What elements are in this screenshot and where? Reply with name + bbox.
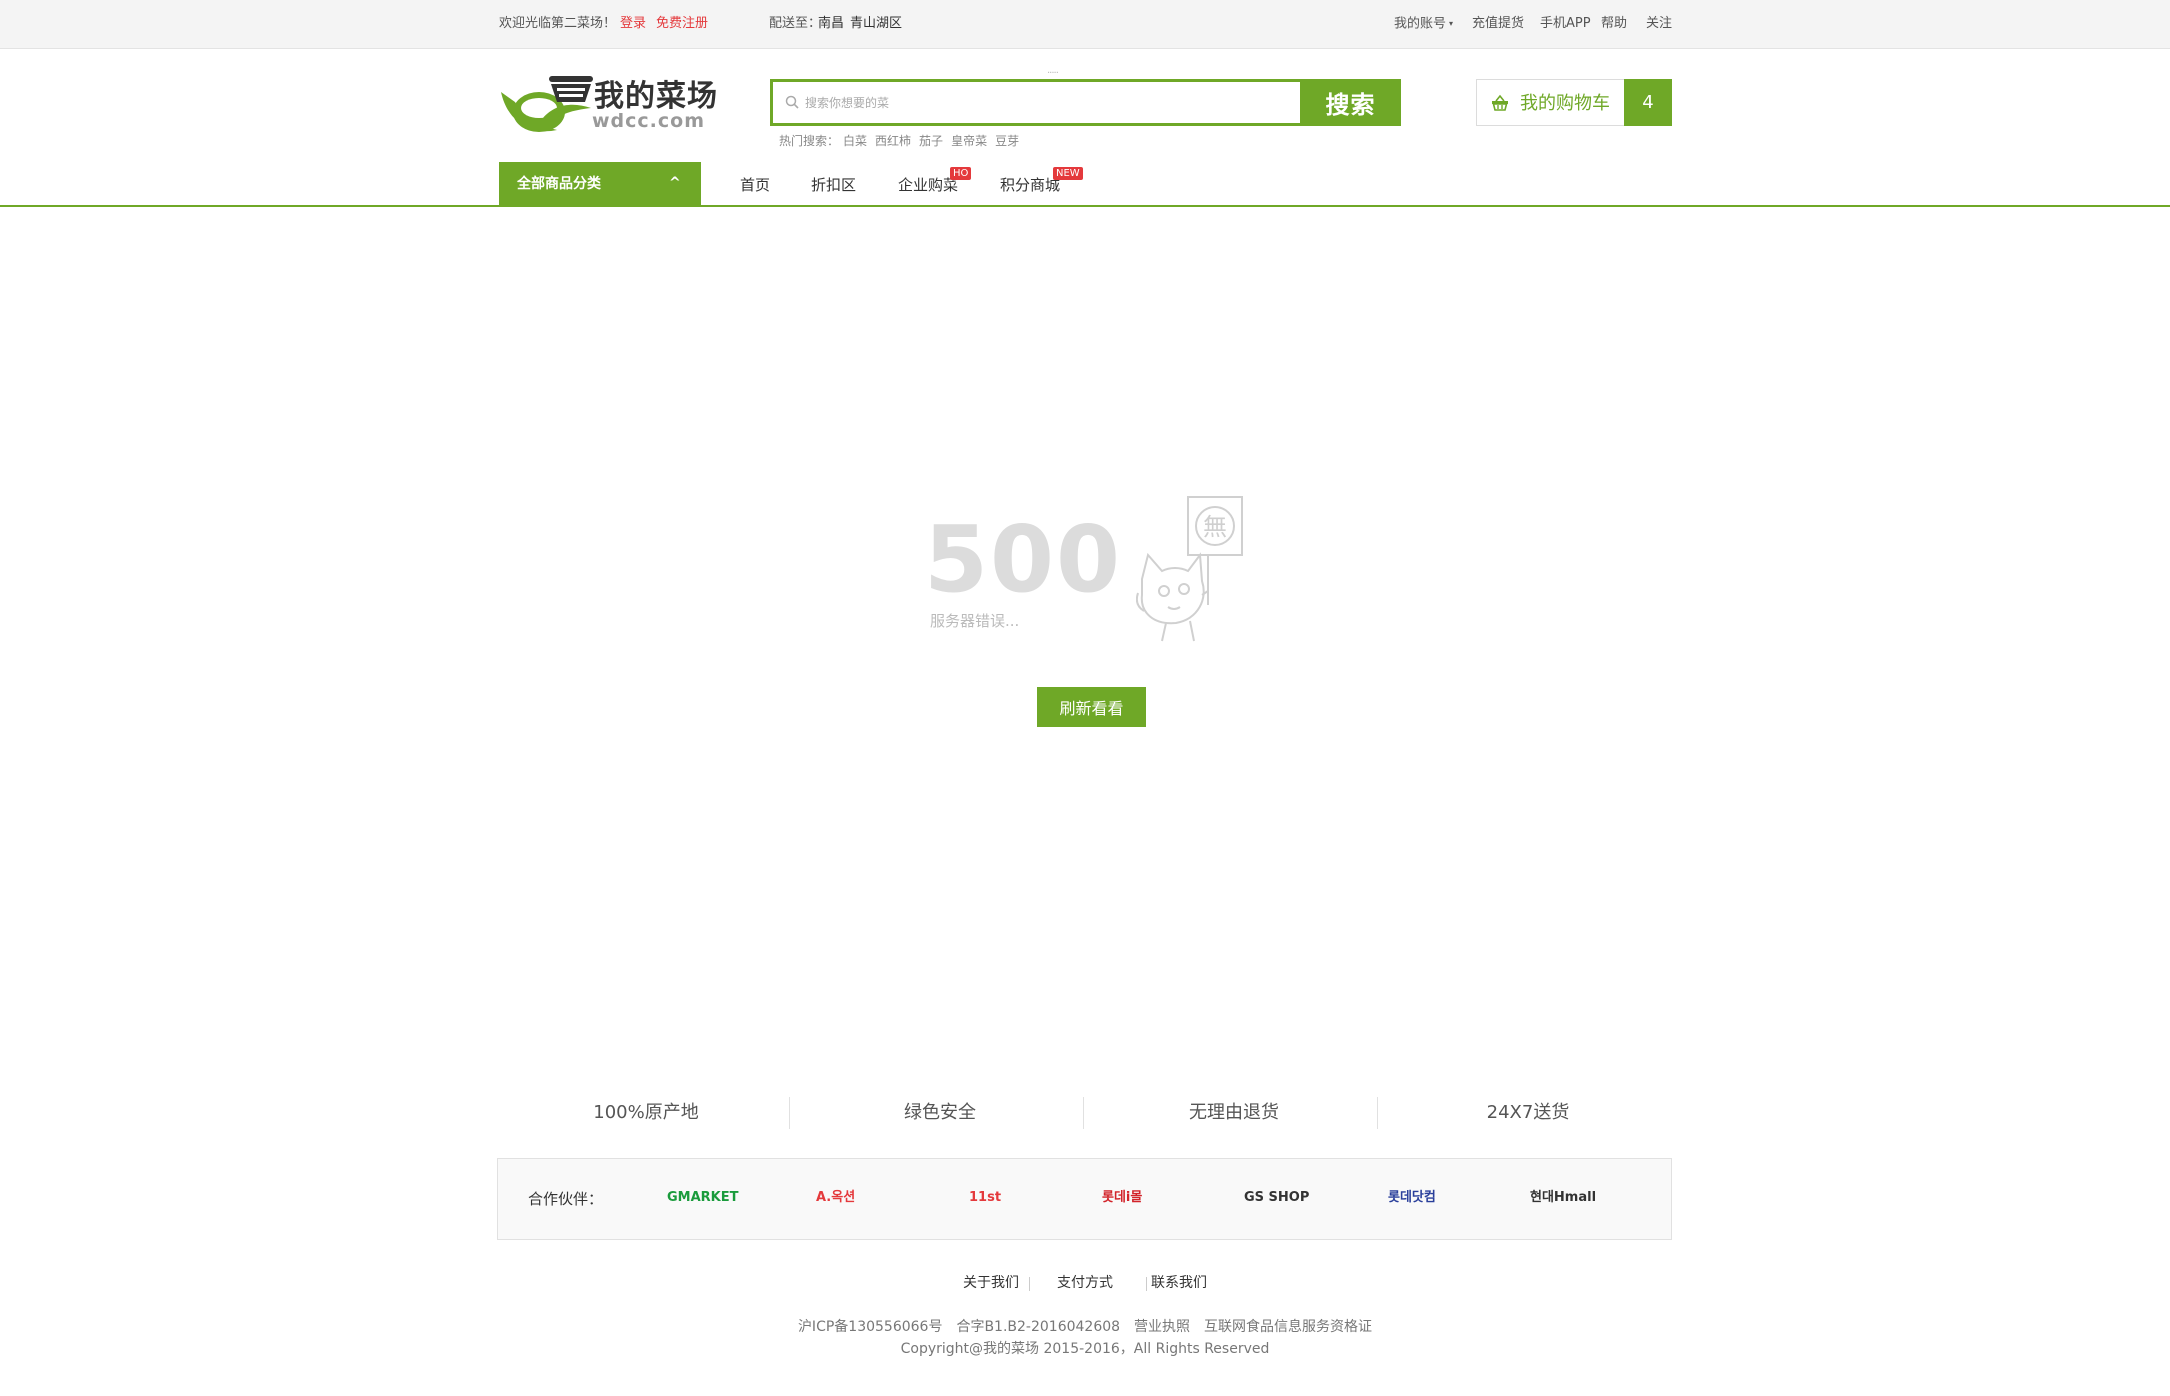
login-link[interactable]: 登录	[620, 16, 646, 32]
footer-link-payment[interactable]: 支付方式	[1057, 1275, 1113, 1292]
partner-logo-11st[interactable]: 11st	[969, 1189, 1001, 1207]
footer-copyright: Copyright@我的菜场 2015-2016，All Rights Rese…	[900, 1341, 1270, 1357]
footer-separator	[1146, 1277, 1147, 1291]
partner-logo-auction[interactable]: A.옥션	[816, 1189, 855, 1207]
sign-text: 無	[1203, 513, 1227, 541]
all-categories-label: 全部商品分类	[517, 176, 601, 192]
nav-item-discount[interactable]: 折扣区	[811, 176, 856, 194]
hot-search-term[interactable]: 白菜	[843, 134, 867, 148]
nav-item-enterprise[interactable]: 企业购菜	[898, 176, 958, 194]
error-message: 服务器错误...	[930, 612, 1020, 630]
refresh-button[interactable]: 刷新看看	[1037, 687, 1146, 727]
basket-icon	[1492, 94, 1508, 111]
hot-search-label: 热门搜索：	[779, 134, 840, 148]
recharge-link[interactable]: 充值提货	[1472, 16, 1524, 32]
follow-link[interactable]: 关注	[1646, 16, 1672, 32]
nav-item-home[interactable]: 首页	[740, 176, 770, 194]
caret-down-icon: ▾	[1449, 19, 1454, 28]
hot-search-term[interactable]: 西红柿	[875, 134, 911, 148]
search-input[interactable]	[805, 82, 1295, 123]
footer-link-about[interactable]: 关于我们	[963, 1275, 1019, 1292]
new-badge: NEW	[1053, 167, 1083, 180]
chevron-up-icon: ^	[669, 175, 681, 191]
hot-search-term[interactable]: 豆芽	[995, 134, 1019, 148]
nav-underline	[0, 205, 2170, 207]
hot-searches: 热门搜索： 白菜 西红柿 茄子 皇帝菜 豆芽	[779, 133, 1027, 149]
delivery-city[interactable]: 南昌	[818, 16, 844, 32]
delivery-label: 配送至：	[769, 16, 822, 31]
feature-divider	[1083, 1097, 1084, 1129]
error-code: 500	[924, 506, 1123, 613]
partner-logo-lotte-dotcom[interactable]: 롯데닷컴	[1388, 1189, 1436, 1207]
hot-search-term[interactable]: 茄子	[919, 134, 943, 148]
cart-label: 我的购物车	[1520, 93, 1610, 114]
footer-separator	[1029, 1277, 1030, 1291]
search-button[interactable]: 搜索	[1300, 79, 1401, 126]
search-icon	[785, 95, 799, 109]
partner-logo-gmarket[interactable]: GMARKET	[667, 1189, 739, 1207]
feature-free-return: 无理由退货	[1189, 1102, 1279, 1123]
help-link[interactable]: 帮助	[1601, 16, 1627, 32]
welcome-text: 欢迎光临第二菜场！	[499, 16, 617, 31]
partners-bar: 合作伙伴： GMARKET A.옥션 11st 롯데i몰 GS SHOP 롯데닷…	[497, 1158, 1672, 1240]
feature-divider	[789, 1097, 790, 1129]
my-account-menu[interactable]: 我的账号 ▾	[1394, 16, 1453, 33]
drag-handle: ·····	[1047, 68, 1059, 79]
feature-24x7-delivery: 24X7送货	[1486, 1102, 1570, 1123]
feature-origin: 100%原产地	[593, 1102, 699, 1123]
search-box	[770, 79, 1301, 126]
register-link[interactable]: 免费注册	[656, 16, 708, 32]
all-categories-button[interactable]: 全部商品分类 ^	[499, 162, 701, 207]
logo-title: 我的菜场	[594, 79, 718, 114]
partner-logo-lotte-imall[interactable]: 롯데i몰	[1102, 1189, 1142, 1207]
cart-count-badge[interactable]: 4	[1624, 79, 1672, 126]
nav-item-points-mall[interactable]: 积分商城	[1000, 176, 1060, 194]
feature-divider	[1377, 1097, 1378, 1129]
partner-logo-gsshop[interactable]: GS SHOP	[1244, 1189, 1309, 1207]
mobile-app-link[interactable]: 手机APP	[1540, 16, 1591, 32]
my-account-label: 我的账号	[1394, 16, 1447, 32]
partner-logo-hmall[interactable]: 현대Hmall	[1530, 1189, 1596, 1207]
feature-green-safe: 绿色安全	[904, 1102, 976, 1123]
footer-link-contact[interactable]: 联系我们	[1151, 1275, 1207, 1292]
delivery-district[interactable]: 青山湖区	[850, 16, 902, 32]
logo-subtitle: wdcc.com	[592, 110, 706, 132]
cat-holding-sign-icon: 無	[1136, 496, 1243, 642]
partners-label: 合作伙伴：	[528, 1190, 604, 1208]
hot-search-term[interactable]: 皇帝菜	[951, 134, 987, 148]
hot-badge: HO	[950, 167, 972, 180]
top-bar: 欢迎光临第二菜场！ 登录 免费注册 配送至： 南昌 青山湖区 我的账号 ▾ 充值提…	[0, 0, 2170, 49]
footer-license-line: 沪ICP备130556066号 合字B1.B2-2016042608 营业执照 …	[797, 1319, 1373, 1335]
